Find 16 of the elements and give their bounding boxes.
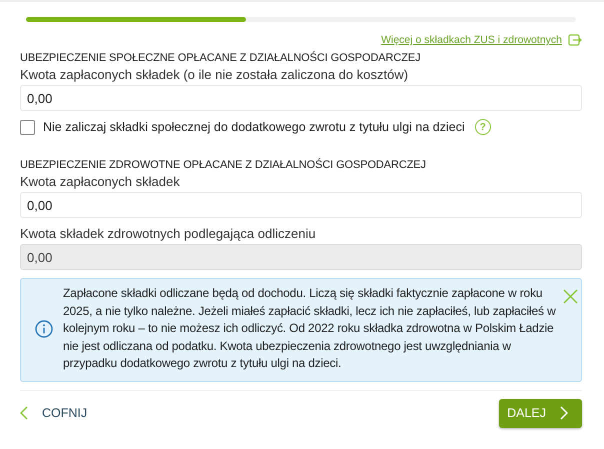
amount-field[interactable]: 0,00 [20,192,582,218]
info-icon [35,320,53,338]
field-label: Kwota zapłaconych składek [20,174,181,189]
chevron-right-icon [560,406,568,420]
section-heading: UBEZPIECZENIE ZDROWOTNE OPŁACANE Z DZIAŁALNOŚCI GOSPODARCZEJ [20,159,427,171]
checkbox-label: Nie zaliczaj składki społecznej do dodatkowego zwrotu z tytułu ulgi na dzieci [43,120,465,134]
field-label: Kwota zapłaconych składek (o ile nie została zaliczona do kosztów) [20,67,410,82]
chevron-left-icon [20,406,28,420]
close-button[interactable] [563,289,578,304]
amount-field[interactable]: 0,00 [20,85,582,111]
back-button[interactable]: COFNIJ [20,406,88,420]
section-heading: UBEZPIECZENIE SPOŁECZNE OPŁACANE Z DZIAŁALNOŚCI GOSPODARCZEJ [20,52,422,64]
field-label: Kwota składek zdrowotnych podlegająca odliczeniu [20,226,317,241]
external-link-icon [568,34,582,46]
checkbox[interactable] [20,120,35,134]
info-text: Zapłacone składki odliczane będą od dochodu. Liczą się składki faktycznie zapłacone w roku 2025, a nie tylko należne. Jeżeli miałeś zapłacić składki, lecz ich nie zapłaciłeś, lub zapłaciłeś w kolejnym roku – to nie możesz ich odliczyć. Od 2022 roku składka zdrowotna w Polskim Ładzie nie jest odliczana od podatku. Kwota ubezpieczenia zdrowotnego jest uwzględniania w przypadku dodatkowego zwrotu z tytułu ulgi na dzieci. [63,285,557,372]
